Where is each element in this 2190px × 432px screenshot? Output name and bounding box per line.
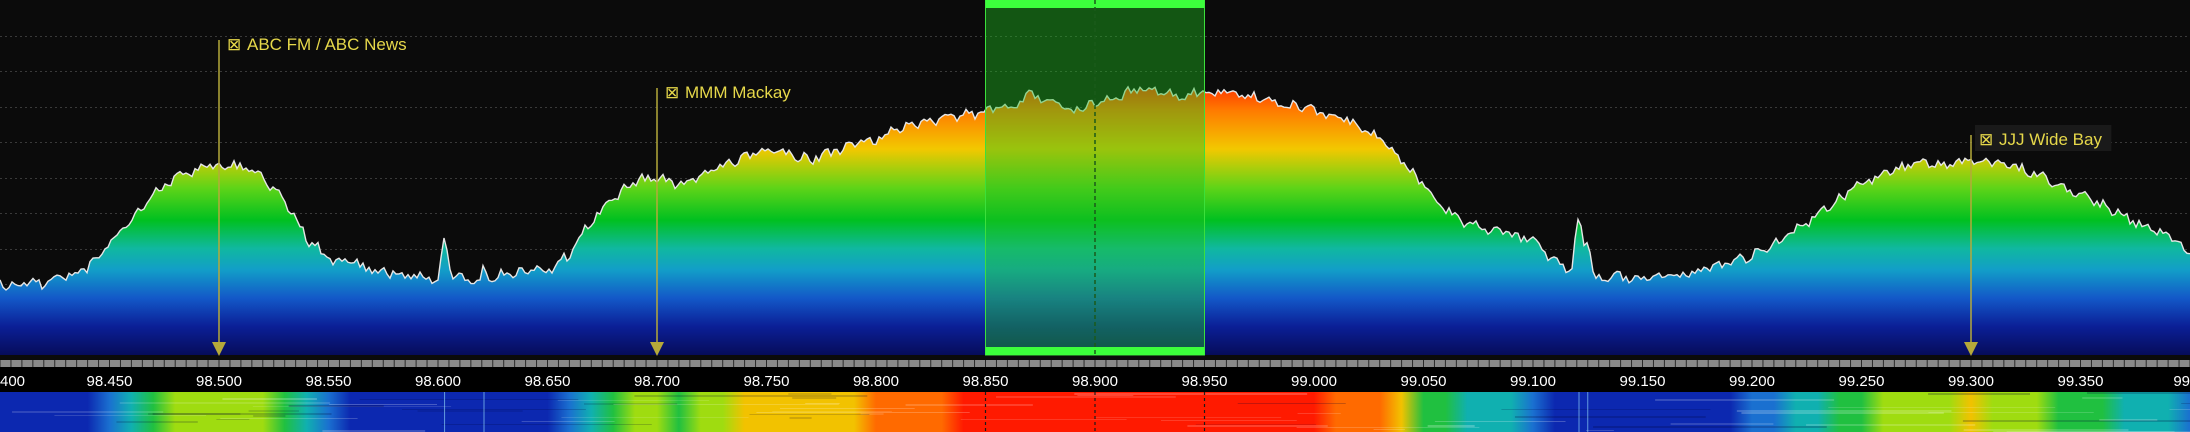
- waterfall-streak: [1074, 393, 1308, 395]
- waterfall-streak: [216, 419, 250, 420]
- waterfall-streak: [12, 411, 164, 413]
- waterfall-streak: [1501, 409, 1711, 410]
- waterfall-streak: [2181, 403, 2190, 404]
- waterfall-streak: [613, 404, 839, 405]
- tick-label: 98.450: [87, 373, 133, 390]
- tick-label: 99.100: [1510, 373, 1556, 390]
- waterfall-streak: [1427, 425, 1475, 427]
- waterfall-streak: [1195, 424, 1317, 425]
- waterfall-streak: [401, 409, 586, 410]
- waterfall-streak: [248, 410, 299, 412]
- tick-label: 98.850: [963, 373, 1009, 390]
- tick-label: 99.350: [2058, 373, 2104, 390]
- waterfall-streak: [1741, 412, 1944, 414]
- waterfall-streak: [54, 415, 207, 416]
- waterfall-streak: [772, 411, 892, 412]
- waterfall-streak: [561, 417, 749, 418]
- tick-label: 98.650: [525, 373, 571, 390]
- waterfall-streak: [779, 408, 915, 409]
- spectrum-display[interactable]: ⊠ ABC FM / ABC News ⊠ MMM Mackay ⊠ JJJ Wide B…: [0, 0, 2190, 360]
- waterfall-streak: [116, 421, 198, 423]
- waterfall-streak: [1514, 416, 1706, 418]
- waterfall-streak: [1962, 420, 2190, 422]
- waterfall-streak: [1296, 427, 1480, 428]
- waterfall-streak: [1373, 429, 1405, 430]
- tick-label: 98.500: [196, 373, 242, 390]
- waterfall-streak: [1187, 425, 1328, 427]
- waterfall-streak: [756, 412, 970, 413]
- waterfall-display[interactable]: [0, 392, 2190, 432]
- waterfall-streak: [788, 393, 832, 395]
- station-label: JJJ Wide Bay: [1999, 130, 2102, 149]
- station-label: MMM Mackay: [685, 83, 791, 102]
- waterfall-streak: [1806, 424, 1976, 426]
- tick-label: 98.600: [415, 373, 461, 390]
- waterfall-streak: [1928, 412, 2094, 413]
- waterfall-streak: [152, 413, 332, 415]
- waterfall-streak: [441, 424, 652, 425]
- waterfall-streak: [995, 396, 1176, 398]
- waterfall-streak: [1963, 429, 2129, 431]
- waterfall-streak: [960, 419, 1127, 420]
- station-checkbox-icon[interactable]: ⊠: [665, 83, 679, 102]
- waterfall-streak: [634, 395, 868, 397]
- waterfall-streak: [253, 415, 286, 417]
- station-checkbox-icon[interactable]: ⊠: [227, 35, 241, 54]
- tick-label: 400: [0, 373, 25, 390]
- tick-label: 99.000: [1291, 373, 1337, 390]
- frequency-axis[interactable]: 400 98.450 98.500 98.550 98.600 98.650 98.700 9…: [0, 360, 2190, 392]
- tick-label: 98.750: [744, 373, 790, 390]
- waterfall-streak: [222, 398, 317, 400]
- waterfall-streak: [1297, 413, 1341, 414]
- waterfall-streak: [2169, 409, 2190, 410]
- waterfall-streak: [749, 414, 870, 415]
- tick-label: 98.700: [634, 373, 680, 390]
- spectrum-plot[interactable]: ⊠ ABC FM / ABC News ⊠ MMM Mackay ⊠ JJJ Wide B…: [0, 0, 2190, 360]
- waterfall-streak: [1237, 403, 1346, 404]
- tick-label: 99.050: [1401, 373, 1447, 390]
- waterfall-streak: [1593, 426, 1827, 428]
- frequency-scale[interactable]: 400 98.450 98.500 98.550 98.600 98.650 98.700 9…: [0, 360, 2190, 392]
- waterfall-streak: [789, 417, 812, 419]
- tick-label: 98.950: [1182, 373, 1228, 390]
- tick-label: 99.250: [1839, 373, 1885, 390]
- waterfall-streak: [792, 397, 837, 399]
- tick-label: 98.550: [306, 373, 352, 390]
- waterfall-streak: [521, 421, 615, 422]
- waterfall-streak: [417, 410, 523, 412]
- waterfall-streak: [1736, 410, 1952, 412]
- waterfall-streak: [1655, 399, 1835, 401]
- tick-label: 99.150: [1620, 373, 1666, 390]
- waterfall-streak: [1077, 395, 1134, 396]
- waterfall-streak: [805, 403, 840, 404]
- waterfall-streak: [2082, 397, 2123, 399]
- waterfall-streak: [329, 404, 438, 405]
- waterfall-streak: [1094, 417, 1282, 418]
- tick-label: 98.900: [1072, 373, 1118, 390]
- waterfall-streak: [119, 402, 330, 404]
- waterfall-streak: [220, 418, 358, 419]
- waterfall-plot[interactable]: [0, 392, 2190, 432]
- waterfall-streak: [359, 399, 579, 400]
- waterfall-streak: [2087, 392, 2190, 394]
- station-checkbox-icon[interactable]: ⊠: [1979, 130, 1993, 149]
- station-label: ABC FM / ABC News: [247, 35, 407, 54]
- waterfall-streak: [1434, 421, 1566, 422]
- tick-label: 99.200: [1729, 373, 1775, 390]
- tick-label: 99: [2173, 373, 2190, 390]
- waterfall-streak: [905, 404, 1033, 406]
- tick-label: 98.800: [853, 373, 899, 390]
- waterfall-streak: [1161, 420, 1297, 421]
- waterfall-streak: [1585, 430, 1614, 431]
- tick-label: 99.300: [1948, 373, 1994, 390]
- waterfall-streak: [1670, 423, 1774, 425]
- waterfall-streak: [1828, 407, 2056, 408]
- waterfall-streak: [557, 400, 710, 401]
- waterfall-streak: [288, 405, 384, 407]
- waterfall-streak: [1928, 393, 2031, 395]
